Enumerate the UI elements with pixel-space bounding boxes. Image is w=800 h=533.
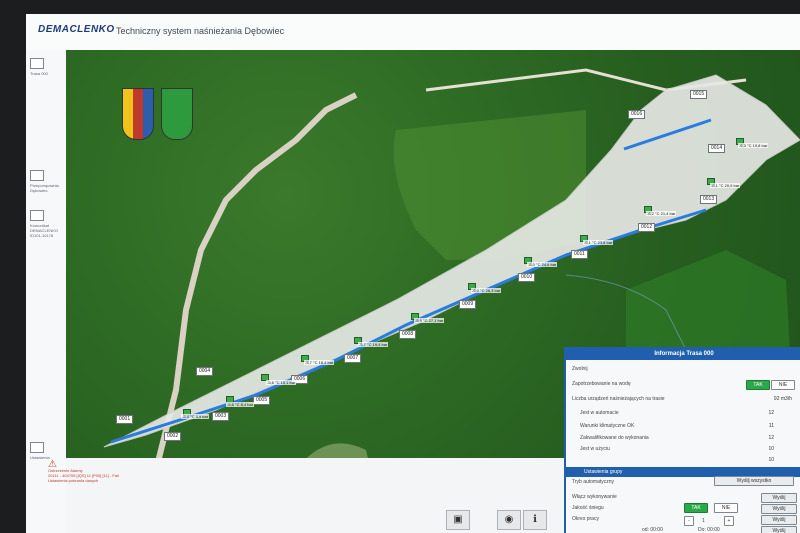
snow-gun-label-0011[interactable]: 0011 (571, 250, 588, 259)
sensor-reading: -6,0 °C 24,6 bar (527, 262, 558, 267)
app-title: Techniczny system naśnieżania Dębowiec (116, 26, 285, 36)
snow-gun-label-0009[interactable]: 0009 (459, 300, 477, 309)
stat-value: 10 (768, 446, 774, 452)
stat-value: 10 (768, 457, 774, 463)
sensor-reading: -5,4 °C 4,9 bar (181, 414, 210, 419)
auto-mode-label: Tryb automatyczny (572, 479, 615, 485)
water-demand-yes-button[interactable]: TAK (746, 380, 770, 390)
sidebar-item-message[interactable]: Komunikat DEMACLENKO ID101-10178 (30, 210, 64, 238)
sidebar-item-label: Przepompownia Dębowiec (30, 183, 59, 193)
snow-gun-label-0008[interactable]: 0008 (399, 330, 417, 339)
info-panel-title: Informacja Trasa 000 (566, 349, 800, 360)
camera-icon[interactable]: ◉ (497, 510, 521, 530)
snow-quality-no-button[interactable]: NIE (714, 503, 738, 513)
time-from-value[interactable]: 00:00 (650, 527, 663, 533)
image-icon[interactable]: ▣ (446, 510, 470, 530)
stat-value: 12 (768, 435, 774, 441)
sensor-reading: -6,1 °C 23,8 bar (583, 240, 614, 245)
alarm-panel[interactable]: ⚠ Ostrzeżenie Alarmy 20111 - 404705 [IQS… (48, 460, 188, 484)
snow-gun-label-0010[interactable]: 0010 (518, 273, 536, 282)
snow-gun-label-0012[interactable]: 0012 (638, 223, 656, 232)
time-to-value[interactable]: 00:00 (707, 527, 720, 533)
snow-quality-yes-button[interactable]: TAK (684, 503, 708, 513)
sensor-reading: -6,2 °C 21,4 bar (646, 211, 677, 216)
stat-label: Jest w automacie (580, 410, 619, 416)
sensor-reading: -6,1 °C 20,9 bar (710, 183, 741, 188)
stat-label: Jest w użyciu (580, 446, 610, 452)
wrench-icon (30, 442, 44, 453)
send-button[interactable]: Wyślij (761, 493, 797, 503)
water-demand-no-button[interactable]: NIE (771, 380, 795, 390)
send-button[interactable]: Wyślij (761, 504, 797, 514)
route-icon (30, 58, 44, 69)
coat-of-arms-emblem (122, 88, 154, 140)
snow-gun-label-0016[interactable]: 0016 (628, 110, 646, 119)
snow-quality-label: Jakość śniegu (572, 505, 604, 511)
stat-value: 12 (768, 410, 774, 416)
group-settings-title: Ustawienia grupy (584, 469, 623, 475)
alarm-line: Ustawienia pobrania danych (48, 478, 99, 483)
message-icon (30, 210, 44, 221)
snow-gun-count-label: Liczba urządzeń naśnieżających na trasie (572, 396, 665, 402)
pump-icon (30, 170, 44, 181)
snow-gun-label-0002[interactable]: 0002 (164, 432, 182, 441)
snow-gun-label-0001[interactable]: 0001 (116, 415, 134, 424)
sidebar-item-label: Komunikat DEMACLENKO ID101-10178 (30, 223, 59, 238)
sidebar-item-label: Ustawienia (30, 455, 50, 460)
sidebar-item-label: Trasa 000 (30, 71, 48, 76)
stat-label: Zakwalifikowane do wykonania (580, 435, 649, 441)
snow-gun-label-0013[interactable]: 0013 (700, 195, 718, 204)
work-period-label: Okres pracy (572, 516, 599, 522)
sensor-reading: -5,7 °C 19,4 bar (358, 342, 389, 347)
time-from-label: od: 00:00 (642, 527, 663, 533)
sensor-reading: -6,3 °C 19,8 bar (738, 143, 769, 148)
flow-value: 92 m3/h (773, 396, 792, 402)
coat-of-arms-emblem (161, 88, 193, 140)
snow-gun-label-0003[interactable]: 0003 (212, 412, 230, 421)
sidebar-item-pump[interactable]: Przepompownia Dębowiec (30, 170, 64, 193)
sensor-reading: -5,7 °C 18,4 bar (304, 360, 335, 365)
info-icon[interactable]: ℹ (523, 510, 547, 530)
quantity-value: 1 (702, 518, 705, 524)
send-button[interactable]: Wyślij (761, 515, 797, 525)
decrement-button[interactable]: - (684, 516, 694, 526)
time-to-label: Do: 00:00 (698, 527, 720, 533)
sensor-reading: -5,6 °C 8,4 bar (226, 402, 255, 407)
snow-gun-label-0005[interactable]: 0005 (253, 396, 271, 405)
water-demand-label: Zapotrzebowanie na wodę (572, 381, 631, 387)
screen: DEMACLENKO Techniczny system naśnieżania… (26, 14, 800, 533)
stat-label: Warunki klimatyczne OK (580, 423, 635, 429)
sidebar: Trasa 000 Przepompownia Dębowiec Komunik… (26, 50, 67, 533)
send-button[interactable]: Wyślij (761, 526, 797, 533)
sensor-reading: -5,6 °C 15,1 bar (266, 380, 297, 385)
snow-gun-label-0007[interactable]: 0007 (344, 354, 362, 363)
send-all-button[interactable]: Wyślij wszystko (714, 476, 794, 486)
sidebar-item-trasa[interactable]: Trasa 000 (30, 58, 64, 76)
snow-gun-label-0015[interactable]: 0015 (690, 90, 708, 99)
snow-gun-label-0014[interactable]: 0014 (708, 144, 726, 153)
app-header: DEMACLENKO Techniczny system naśnieżania… (26, 14, 800, 51)
sidebar-item-settings[interactable]: Ustawienia (30, 442, 64, 460)
increment-button[interactable]: + (724, 516, 734, 526)
stat-value: 11 (768, 423, 774, 429)
sensor-reading: -6,0 °C 26,3 bar (471, 288, 502, 293)
company-logo: DEMACLENKO (38, 24, 115, 35)
release-label: Zwolnij (572, 366, 588, 372)
sensor-reading: -5,9 °C 27,1 bar (414, 318, 445, 323)
enable-label: Włącz wykonywanie (572, 494, 617, 500)
snow-gun-label-0004[interactable]: 0004 (196, 367, 214, 376)
route-info-panel: Informacja Trasa 000 Zwolnij Zapotrzebow… (564, 347, 800, 533)
